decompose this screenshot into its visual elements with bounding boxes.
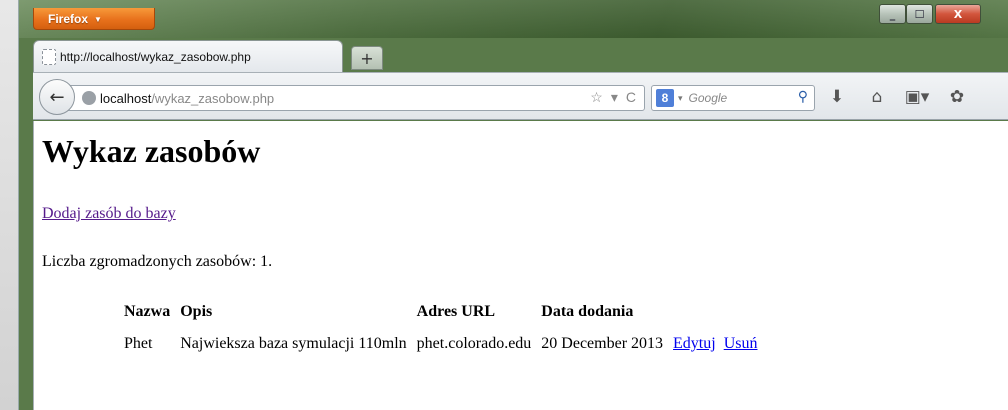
edit-link[interactable]: Edytuj — [673, 335, 716, 352]
column-header-nazwa: Nazwa — [124, 303, 171, 320]
firefox-menu-button[interactable]: Firefox ▼ — [33, 8, 155, 30]
page-content: Wykaz zasobów Dodaj zasób do bazy Liczba… — [33, 121, 1008, 410]
title-bar: Firefox ▼ _ ☐ X — [19, 0, 1008, 38]
minimize-icon: _ — [889, 7, 896, 21]
table-header-row: Nazwa Opis Adres URL Data dodania — [120, 297, 761, 327]
back-icon: ← — [49, 86, 65, 108]
table-row: Phet Najwieksza baza symulacji 110mln ph… — [120, 329, 761, 359]
tab-title: http://localhost/wykaz_zasobow.php — [60, 49, 251, 64]
search-placeholder: Google — [688, 91, 728, 105]
add-resource-link[interactable]: Dodaj zasób do bazy — [42, 205, 176, 223]
cell-nazwa: Phet — [124, 335, 153, 352]
dropdown-icon[interactable]: ▾ — [611, 89, 618, 106]
close-icon: X — [953, 7, 963, 21]
globe-icon — [82, 91, 96, 105]
column-header-opis: Opis — [180, 303, 213, 320]
search-bar[interactable]: 8 ▾ Google ⚲ — [651, 85, 815, 111]
url-tools: ☆ ▾ C — [590, 89, 636, 106]
reload-icon[interactable]: C — [626, 89, 636, 106]
dropdown-icon: ▼ — [94, 15, 102, 24]
tab-active[interactable]: http://localhost/wykaz_zasobow.php — [33, 40, 343, 72]
firefox-menu-label: Firefox — [48, 12, 89, 26]
column-header-actions — [669, 297, 761, 327]
cell-actions: Edytuj Usuń — [669, 329, 761, 359]
search-engine-icon[interactable]: 8 — [656, 89, 674, 107]
cell-adres-url: phet.colorado.edu — [416, 335, 532, 352]
search-icon[interactable]: ⚲ — [798, 88, 808, 105]
close-button[interactable]: X — [935, 4, 981, 24]
plus-icon: + — [360, 48, 374, 68]
back-button[interactable]: ← — [39, 79, 75, 115]
home-icon[interactable]: ⌂ — [865, 85, 889, 109]
bookmark-star-icon[interactable]: ☆ — [590, 89, 603, 106]
window-controls: _ ☐ X — [879, 4, 981, 24]
cell-data-dodania: 20 December 2013 — [541, 335, 664, 352]
url-host: localhost — [100, 90, 152, 106]
column-header-adres-url: Adres URL — [416, 303, 496, 320]
browser-window: Firefox ▼ _ ☐ X http://localhost/wykaz_za… — [18, 0, 1008, 410]
resource-count-text: Liczba zgromadzonych zasobów: 1. — [42, 253, 273, 270]
cell-opis: Najwieksza baza symulacji 110mln — [180, 335, 407, 352]
column-header-data-dodania: Data dodania — [541, 303, 634, 320]
navigation-toolbar: localhost/wykaz_zasobow.php ☆ ▾ C ← 8 ▾ … — [33, 72, 1008, 120]
desktop-background — [0, 0, 18, 410]
url-bar[interactable]: localhost/wykaz_zasobow.php ☆ ▾ C — [67, 85, 645, 111]
maximize-button[interactable]: ☐ — [906, 4, 933, 24]
download-icon[interactable]: ⬇ — [825, 85, 849, 109]
url-path: /wykaz_zasobow.php — [151, 90, 275, 106]
minimize-button[interactable]: _ — [879, 4, 906, 24]
tab-strip: http://localhost/wykaz_zasobow.php + — [33, 40, 383, 72]
new-tab-button[interactable]: + — [351, 46, 383, 70]
page-title: Wykaz zasobów — [42, 133, 261, 169]
bookmarks-menu-icon[interactable]: ▣▾ — [905, 85, 930, 109]
toolbar-icons: ⬇ ⌂ ▣▾ ✿ — [825, 85, 969, 109]
resources-table: Nazwa Opis Adres URL Data dodania Phet N… — [118, 295, 763, 361]
addon-icon[interactable]: ✿ — [945, 85, 969, 109]
engine-dropdown-icon[interactable]: ▾ — [678, 93, 683, 104]
page-icon — [42, 48, 56, 65]
maximize-icon: ☐ — [914, 7, 925, 21]
delete-link[interactable]: Usuń — [724, 335, 758, 352]
